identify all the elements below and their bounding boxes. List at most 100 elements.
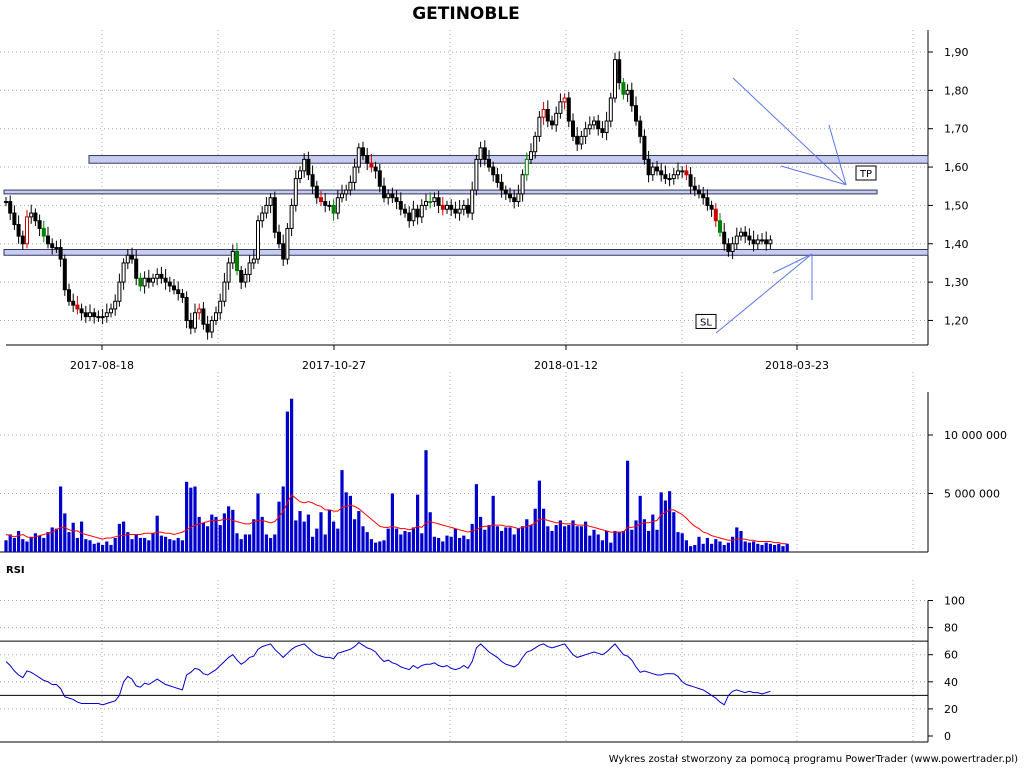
volume-bar bbox=[495, 526, 499, 552]
candle-body bbox=[247, 262, 252, 275]
candle-body bbox=[29, 212, 34, 218]
volume-bar bbox=[159, 535, 163, 552]
candle-body bbox=[159, 273, 164, 279]
volume-bar bbox=[361, 526, 365, 552]
volume-bar bbox=[420, 533, 424, 552]
candle-body bbox=[293, 178, 298, 206]
volume-bar bbox=[764, 542, 768, 552]
candle-body bbox=[768, 239, 773, 245]
candle-body bbox=[545, 109, 550, 122]
volume-bar bbox=[168, 539, 172, 552]
candle-body bbox=[424, 201, 428, 206]
volume-bar bbox=[290, 398, 294, 552]
candle-body bbox=[747, 235, 752, 241]
candle-body bbox=[117, 281, 122, 302]
candle-body bbox=[608, 97, 613, 122]
candle-body bbox=[130, 254, 134, 260]
candle-body bbox=[83, 312, 88, 318]
candle-body bbox=[344, 189, 349, 195]
price-zone-band bbox=[3, 249, 929, 256]
volume-bar bbox=[731, 536, 735, 552]
price-xtick-label: 2017-10-27 bbox=[302, 359, 366, 372]
price-ytick-label: 1,70 bbox=[944, 123, 969, 136]
volume-bar bbox=[374, 542, 378, 552]
volume-bar bbox=[432, 536, 436, 552]
volume-bar bbox=[504, 527, 508, 552]
candle-body bbox=[335, 197, 340, 214]
candle-body bbox=[12, 212, 17, 226]
candle-body bbox=[394, 197, 399, 203]
volume-bar bbox=[705, 537, 709, 552]
volume-bar bbox=[676, 532, 680, 552]
volume-bar bbox=[193, 486, 197, 552]
volume-bar bbox=[617, 532, 621, 552]
volume-bar bbox=[537, 480, 541, 552]
candle-body bbox=[172, 285, 176, 291]
candle-body bbox=[529, 151, 533, 160]
volume-bar bbox=[689, 546, 693, 552]
candle-body bbox=[537, 116, 542, 137]
volume-bar bbox=[407, 532, 411, 552]
candle-body bbox=[440, 204, 445, 210]
volume-bar bbox=[571, 520, 575, 552]
candle-body bbox=[659, 170, 664, 176]
candle-body bbox=[138, 277, 143, 287]
candle-body bbox=[4, 201, 8, 204]
candle-body bbox=[491, 166, 496, 176]
volume-bar bbox=[248, 534, 252, 552]
candle-body bbox=[16, 224, 21, 237]
rsi-ytick-label: 40 bbox=[944, 676, 958, 689]
volume-bar bbox=[781, 546, 785, 552]
volume-bar bbox=[353, 519, 357, 552]
volume-bar bbox=[521, 526, 525, 552]
volume-bar bbox=[542, 508, 546, 552]
volume-bar bbox=[722, 544, 726, 552]
candle-body bbox=[600, 128, 605, 134]
volume-bar bbox=[428, 512, 432, 552]
candle-body bbox=[222, 281, 227, 302]
volume-bar bbox=[327, 509, 331, 552]
candle-body bbox=[453, 208, 458, 214]
volume-bar bbox=[651, 514, 655, 552]
candle-body bbox=[524, 158, 529, 176]
candle-body bbox=[709, 204, 714, 210]
candle-body bbox=[558, 101, 563, 114]
volume-bar bbox=[437, 537, 441, 552]
candle-body bbox=[50, 243, 55, 249]
volume-bar bbox=[239, 539, 243, 552]
volume-bar bbox=[185, 481, 189, 552]
price-ytick-label: 1,20 bbox=[944, 314, 969, 327]
candle-body bbox=[751, 239, 756, 245]
candle-body bbox=[449, 204, 454, 210]
volume-bar bbox=[122, 521, 126, 552]
volume-bar bbox=[227, 506, 231, 552]
volume-bar bbox=[411, 527, 415, 552]
volume-bar bbox=[134, 534, 138, 552]
volume-bar bbox=[752, 541, 756, 552]
candle-body bbox=[436, 197, 441, 206]
candle-body bbox=[550, 120, 554, 126]
rsi-ytick-label: 60 bbox=[944, 649, 958, 662]
volume-bar bbox=[294, 520, 298, 552]
volume-bar bbox=[147, 540, 151, 552]
candle-body bbox=[512, 197, 517, 203]
candle-body bbox=[562, 97, 567, 103]
volume-bar bbox=[80, 521, 84, 552]
volume-bar bbox=[550, 530, 554, 552]
candle-body bbox=[25, 216, 29, 245]
candle-body bbox=[411, 208, 416, 222]
candle-body bbox=[256, 220, 260, 260]
volume-bar bbox=[29, 536, 33, 552]
candle-body bbox=[705, 197, 710, 206]
candle-body bbox=[285, 227, 290, 260]
volume-bar bbox=[252, 519, 256, 552]
price-ytick-label: 1,40 bbox=[944, 238, 969, 251]
candle-body bbox=[566, 97, 571, 122]
volume-bar bbox=[596, 534, 600, 552]
candle-body bbox=[663, 174, 668, 180]
volume-bar bbox=[54, 528, 58, 552]
candle-body bbox=[697, 189, 701, 195]
candle-body bbox=[688, 174, 693, 187]
candle-body bbox=[92, 312, 97, 318]
volume-bar bbox=[449, 536, 453, 552]
